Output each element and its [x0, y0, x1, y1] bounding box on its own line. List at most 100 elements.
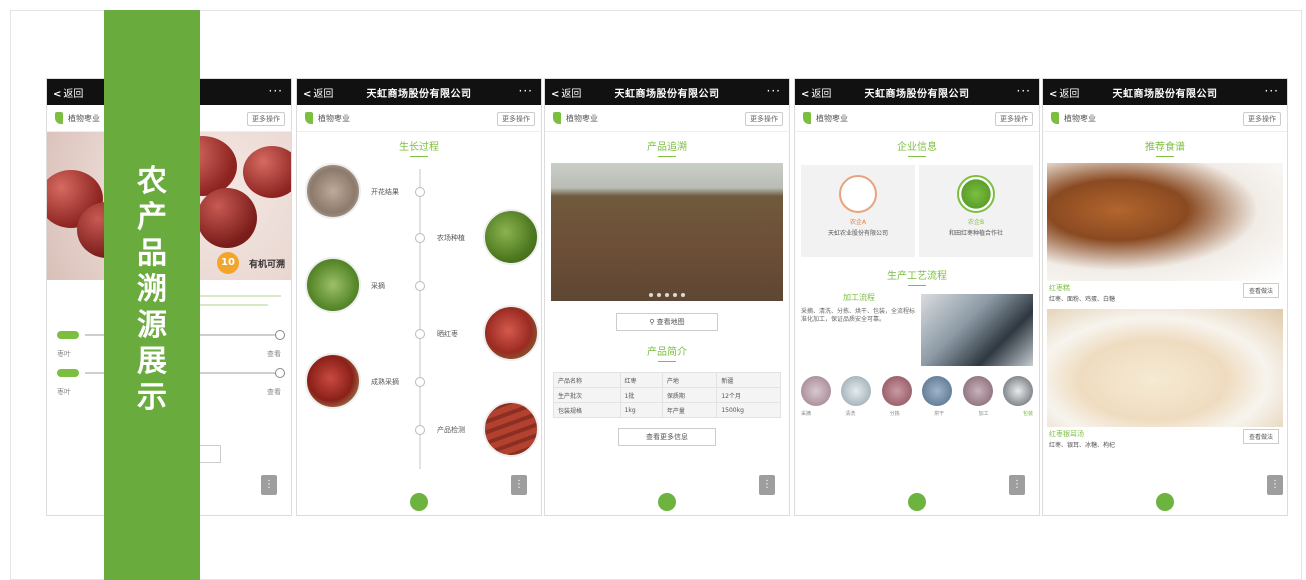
brand-name: 植物枣业 [318, 113, 350, 123]
brand-bar: 植物枣业 更多操作 [297, 105, 541, 132]
section-title: 生长过程 [297, 138, 541, 157]
section-title: 产品简介 [545, 343, 789, 362]
top-nav-bar: < 返回 天虹商场股份有限公司 ··· [795, 79, 1039, 105]
app-title: 天虹商场股份有限公司 [366, 88, 472, 100]
more-info-button[interactable]: 查看更多信息 [618, 428, 716, 446]
app-title: 天虹商场股份有限公司 [1112, 88, 1218, 100]
craft-section: 加工流程 采摘、清洗、分拣、烘干、包装，全流程标准化加工，保证品质安全可靠。 [801, 294, 1033, 366]
title-banner: 农 产 品 溯 源 展 示 [104, 10, 200, 580]
table-row: 生产批次 1批 保质期 12个月 [553, 387, 781, 403]
back-button[interactable]: < 返回 [551, 85, 581, 100]
menu-float-button[interactable]: ⋮ [1009, 475, 1025, 495]
leaf-logo-icon [305, 112, 313, 124]
company-card[interactable]: 农企A 天虹农业股份有限公司 [801, 165, 915, 257]
craft-description: 采摘、清洗、分拣、烘干、包装，全流程标准化加工，保证品质安全可靠。 [801, 308, 916, 323]
phone-screen-recipes: < 返回 天虹商场股份有限公司 ··· 植物枣业 更多操作 推荐食谱 红枣糕 红枣… [1042, 78, 1288, 516]
step-photo[interactable] [483, 305, 539, 361]
process-icons [801, 376, 1033, 406]
step-photo[interactable] [305, 163, 361, 219]
product-info-table: 产品名称 红枣 产地 新疆 生产批次 1批 保质期 12个月 包装规格 1kg 年产量 15… [553, 372, 781, 418]
process-photo[interactable] [922, 376, 953, 406]
growth-timeline: 开花结果 农场种植 采摘 晒红枣 成熟采摘 产品检测 [297, 157, 541, 515]
more-menu-button[interactable]: ··· [1265, 84, 1279, 98]
app-title: 天虹商场股份有限公司 [864, 88, 970, 100]
phone-screen-trace: < 返回 天虹商场股份有限公司 ··· 植物枣业 更多操作 产品追溯 ⚲ 查看地图… [544, 78, 790, 516]
menu-float-button[interactable]: ⋮ [759, 475, 775, 495]
more-menu-button[interactable]: ··· [519, 84, 533, 98]
brand-name: 植物枣业 [816, 113, 848, 123]
chevron-left-icon: < [303, 89, 312, 100]
menu-float-button[interactable]: ⋮ [511, 475, 527, 495]
carousel-dots[interactable] [649, 293, 685, 297]
view-recipe-button[interactable]: 查看做法 [1242, 283, 1279, 298]
chevron-left-icon: < [551, 89, 560, 100]
section-title: 推荐食谱 [1043, 138, 1287, 157]
step-photo[interactable] [305, 353, 361, 409]
top-nav-bar: < 返回 天虹商场股份有限公司 ··· [1043, 79, 1287, 105]
brand-name: 植物枣业 [68, 113, 100, 123]
more-menu-button[interactable]: ··· [269, 84, 283, 98]
home-dot-button[interactable] [1156, 493, 1174, 511]
section-title: 产品追溯 [545, 138, 789, 157]
step-label: 农场种植 [437, 234, 465, 242]
company-logo-icon [957, 175, 995, 213]
process-photo[interactable] [881, 376, 912, 406]
step-photo[interactable] [305, 257, 361, 313]
slider-knob[interactable] [275, 330, 285, 340]
back-button[interactable]: < 返回 [303, 85, 333, 100]
phone-screen-growth: < 返回 天虹商场股份有限公司 ··· 植物枣业 更多操作 生长过程 开花结果 农… [296, 78, 542, 516]
craft-subtitle: 加工流程 [843, 293, 875, 302]
home-dot-button[interactable] [410, 493, 428, 511]
company-cards: 农企A 天虹农业股份有限公司 农企B 和田红枣种植合作社 [801, 165, 1033, 257]
more-actions-button[interactable]: 更多操作 [995, 112, 1033, 126]
brand-name: 植物枣业 [566, 113, 598, 123]
leaf-logo-icon [1051, 112, 1059, 124]
recipe-photo[interactable] [1047, 309, 1283, 427]
back-button[interactable]: < 返回 [801, 85, 831, 100]
factory-photo [921, 294, 1033, 366]
more-actions-button[interactable]: 更多操作 [497, 112, 535, 126]
more-menu-button[interactable]: ··· [1017, 84, 1031, 98]
location-pin-icon: ⚲ [649, 318, 657, 326]
leaf-logo-icon [553, 112, 561, 124]
step-label: 成熟采摘 [371, 378, 399, 386]
company-card[interactable]: 农企B 和田红枣种植合作社 [919, 165, 1033, 257]
brand-bar: 植物枣业 更多操作 [795, 105, 1039, 132]
section-title: 生产工艺流程 [795, 267, 1039, 286]
back-button[interactable]: < 返回 [1049, 85, 1079, 100]
step-label: 开花结果 [371, 188, 399, 196]
recipe-card: 红枣糕 红枣、面粉、鸡蛋、白糖 查看做法 [1043, 283, 1287, 303]
step-photo[interactable] [483, 209, 539, 265]
slider-knob[interactable] [275, 368, 285, 378]
hero-caption: 有机可溯 [248, 260, 285, 270]
leaf-logo-icon [803, 112, 811, 124]
more-actions-button[interactable]: 更多操作 [1243, 112, 1281, 126]
view-map-button[interactable]: ⚲ 查看地图 [616, 313, 718, 331]
home-dot-button[interactable] [658, 493, 676, 511]
recipe-card: 红枣银耳汤 红枣、银耳、冰糖、枸杞 查看做法 [1043, 429, 1287, 449]
table-row: 包装规格 1kg 年产量 1500kg [553, 402, 781, 418]
process-photo[interactable] [841, 376, 872, 406]
more-menu-button[interactable]: ··· [767, 84, 781, 98]
table-row: 产品名称 红枣 产地 新疆 [553, 372, 781, 388]
process-photo[interactable] [801, 376, 831, 406]
recipe-photo[interactable] [1047, 163, 1283, 281]
home-dot-button[interactable] [908, 493, 926, 511]
phone-screen-company: < 返回 天虹商场股份有限公司 ··· 植物枣业 更多操作 企业信息 农企A 天虹… [794, 78, 1040, 516]
view-recipe-button[interactable]: 查看做法 [1242, 429, 1279, 444]
brand-bar: 植物枣业 更多操作 [1043, 105, 1287, 132]
process-photo[interactable] [962, 376, 993, 406]
menu-float-button[interactable]: ⋮ [1267, 475, 1283, 495]
top-nav-bar: < 返回 天虹商场股份有限公司 ··· [545, 79, 789, 105]
more-actions-button[interactable]: 更多操作 [247, 112, 285, 126]
process-photo[interactable] [1002, 376, 1033, 406]
brand-bar: 植物枣业 更多操作 [545, 105, 789, 132]
step-photo[interactable] [483, 401, 539, 457]
section-title: 企业信息 [795, 138, 1039, 157]
more-actions-button[interactable]: 更多操作 [745, 112, 783, 126]
chevron-left-icon: < [801, 89, 810, 100]
chevron-left-icon: < [1049, 89, 1058, 100]
chevron-left-icon: < [53, 89, 62, 100]
menu-float-button[interactable]: ⋮ [261, 475, 277, 495]
back-button[interactable]: < 返回 [53, 85, 83, 100]
